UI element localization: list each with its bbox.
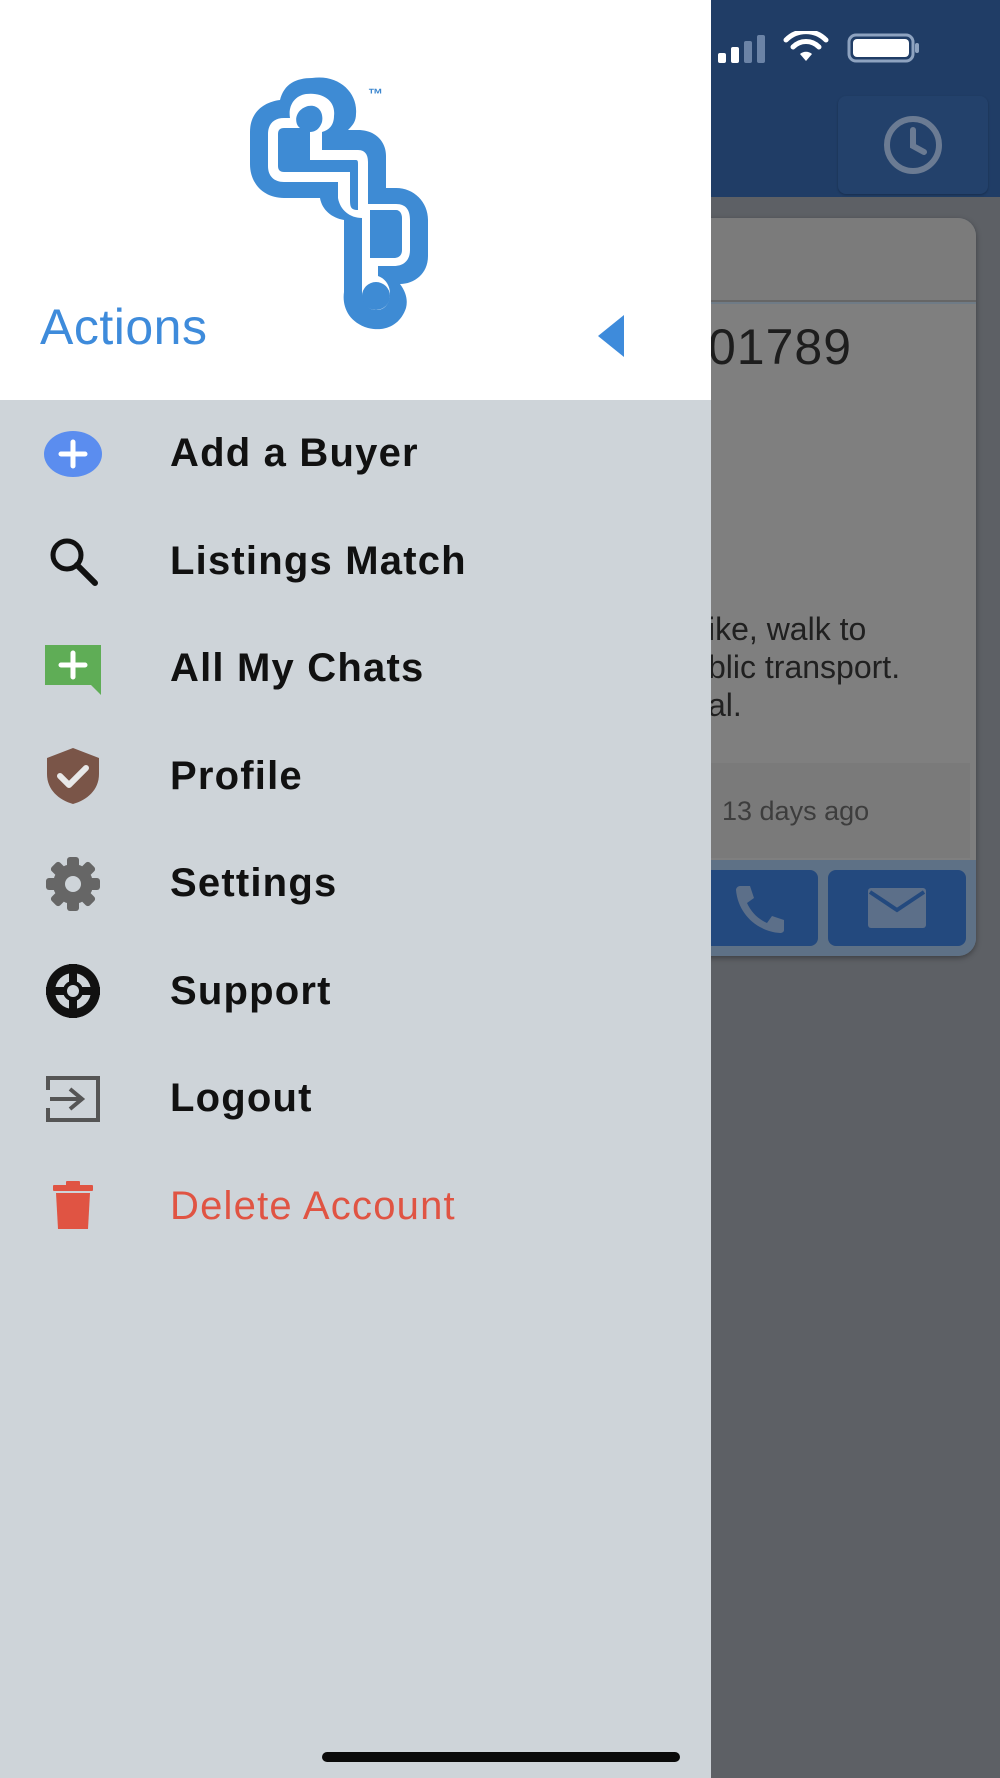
- menu-item-delete-account[interactable]: Delete Account: [0, 1153, 711, 1261]
- listing-number: 01789: [708, 319, 853, 375]
- gear-icon: [42, 853, 104, 915]
- drawer-header: ™ Actions: [0, 0, 711, 400]
- call-button[interactable]: [700, 870, 818, 946]
- menu-label: Logout: [170, 1076, 313, 1121]
- menu-item-settings[interactable]: Settings: [0, 830, 711, 938]
- menu-label: Listings Match: [170, 538, 467, 583]
- chat-plus-icon: [42, 638, 104, 700]
- menu-item-support[interactable]: Support: [0, 938, 711, 1046]
- search-icon: [42, 530, 104, 592]
- menu-item-listings-match[interactable]: Listings Match: [0, 508, 711, 616]
- envelope-icon: [868, 888, 926, 928]
- drawer-title: Actions: [40, 299, 208, 355]
- battery-icon: [847, 33, 919, 63]
- listing-posted-time: 13 days ago: [722, 796, 870, 826]
- plus-circle-icon: [42, 423, 104, 485]
- menu-label: Add a Buyer: [170, 431, 419, 476]
- clock-icon: [884, 116, 942, 174]
- menu-label: Support: [170, 968, 332, 1013]
- lifebuoy-icon: [42, 960, 104, 1022]
- menu-item-profile[interactable]: Profile: [0, 723, 711, 831]
- wifi-icon: [783, 31, 829, 61]
- app-logo: [250, 77, 428, 330]
- triangle-left-icon: [598, 315, 624, 357]
- status-bar: [718, 30, 921, 66]
- menu-label: Settings: [170, 861, 338, 906]
- shield-check-icon: [42, 745, 104, 807]
- history-button[interactable]: [838, 96, 988, 194]
- navigation-drawer: ™ Actions Add a Buyer Listings Match All…: [0, 0, 711, 1778]
- trash-icon: [42, 1175, 104, 1237]
- signal-icon: [718, 33, 765, 63]
- collapse-drawer-button[interactable]: [590, 310, 632, 362]
- trademark-mark: ™: [368, 86, 383, 103]
- listing-description: ike, walk to blic transport. al.: [708, 611, 901, 723]
- menu-item-logout[interactable]: Logout: [0, 1045, 711, 1153]
- phone-icon: [736, 886, 784, 933]
- logout-icon: [42, 1068, 104, 1130]
- menu-label: All My Chats: [170, 646, 425, 691]
- drawer-menu: Add a Buyer Listings Match All My Chats: [0, 400, 711, 1260]
- menu-item-add-buyer[interactable]: Add a Buyer: [0, 400, 711, 508]
- home-indicator: [322, 1752, 680, 1762]
- menu-label: Profile: [170, 753, 303, 798]
- menu-label: Delete Account: [170, 1183, 456, 1228]
- email-button[interactable]: [828, 870, 966, 946]
- menu-item-all-chats[interactable]: All My Chats: [0, 615, 711, 723]
